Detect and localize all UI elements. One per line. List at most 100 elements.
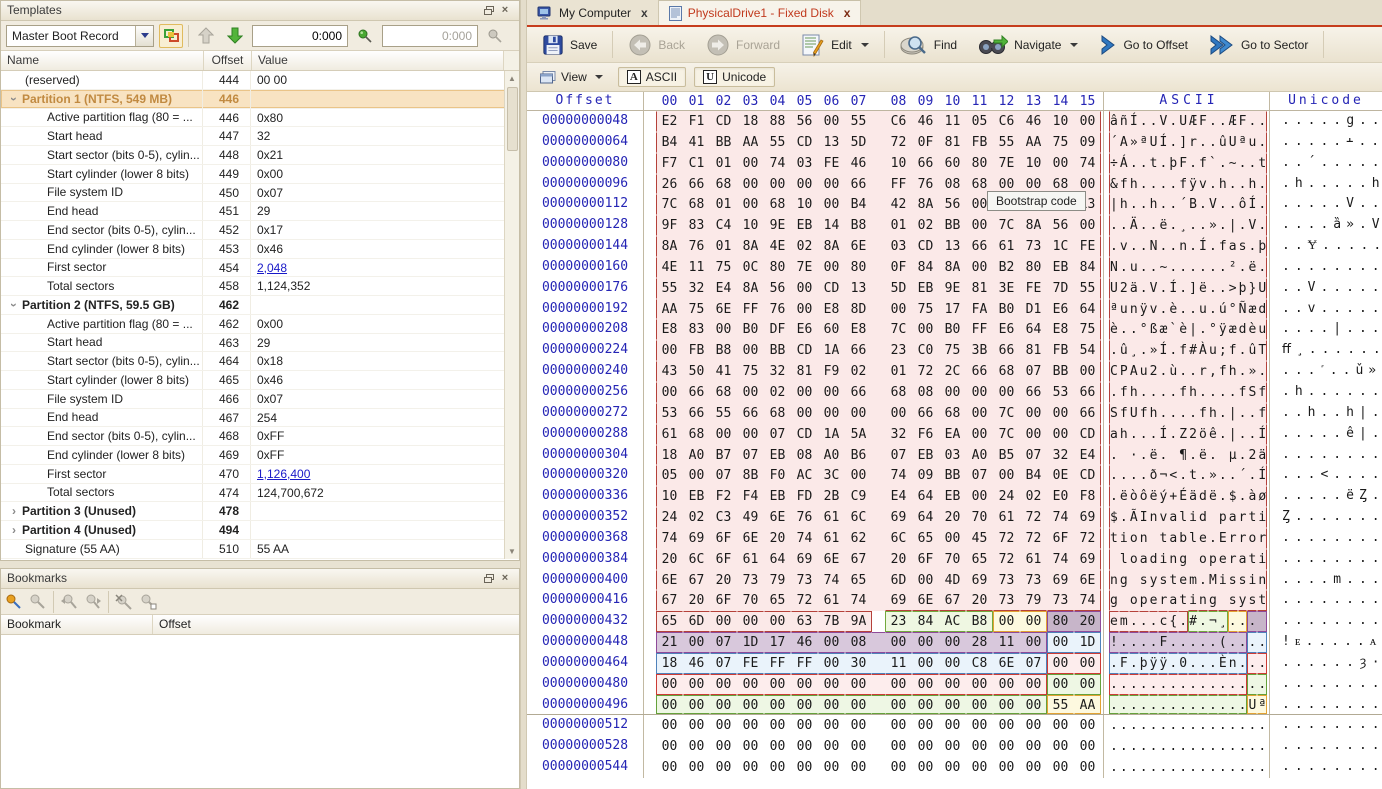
ascii-char[interactable]: þ: [1168, 153, 1178, 174]
template-scrollbar[interactable]: ▲ ▼: [504, 71, 519, 559]
ascii-char[interactable]: .: [1247, 653, 1257, 674]
ascii-char[interactable]: h: [1149, 194, 1159, 215]
hex-byte[interactable]: 00: [656, 757, 683, 778]
tab-physicaldrive1[interactable]: PhysicalDrive1 - Fixed Disk x: [659, 0, 862, 25]
hex-byte[interactable]: 83: [683, 215, 710, 236]
ascii-char[interactable]: .: [1139, 215, 1149, 236]
hex-byte[interactable]: 66: [683, 382, 710, 403]
hex-byte[interactable]: 72: [1020, 507, 1047, 528]
hex-byte[interactable]: AC: [939, 611, 966, 632]
ascii-char[interactable]: r: [1228, 549, 1238, 570]
hex-byte[interactable]: 5D: [845, 132, 872, 153]
unicode-text[interactable]: .....V..: [1270, 194, 1382, 215]
ascii-char[interactable]: [1109, 549, 1119, 570]
hex-byte[interactable]: 61: [737, 549, 764, 570]
hex-byte[interactable]: 00: [791, 174, 818, 195]
template-row[interactable]: File system ID4660x07: [1, 390, 519, 409]
ascii-char[interactable]: .: [1168, 715, 1178, 736]
ascii-char[interactable]: .: [1238, 361, 1248, 382]
ascii-char[interactable]: .: [1139, 153, 1149, 174]
hex-byte[interactable]: EB: [912, 445, 939, 466]
hex-byte[interactable]: 07: [966, 465, 993, 486]
hex-byte[interactable]: 6F: [710, 528, 737, 549]
hex-byte[interactable]: 61: [818, 590, 845, 611]
ascii-char[interactable]: .: [1168, 674, 1178, 695]
ascii-char[interactable]: A: [1129, 361, 1139, 382]
hex-byte[interactable]: 00: [1047, 632, 1074, 653]
ascii-char[interactable]: .: [1139, 674, 1149, 695]
ascii-char[interactable]: f: [1198, 153, 1208, 174]
hex-byte[interactable]: 56: [791, 111, 818, 132]
hex-byte[interactable]: 7C: [993, 424, 1020, 445]
ascii-char[interactable]: .: [1139, 632, 1149, 653]
ascii-char[interactable]: .: [1228, 194, 1238, 215]
ascii-char[interactable]: ´: [1109, 132, 1119, 153]
ascii-char[interactable]: a: [1109, 424, 1119, 445]
hex-byte[interactable]: CD: [791, 340, 818, 361]
hex-byte[interactable]: 03: [939, 445, 966, 466]
hex-byte[interactable]: 32: [764, 361, 791, 382]
hex-byte[interactable]: AA: [737, 132, 764, 153]
hex-byte[interactable]: 7E: [791, 257, 818, 278]
ascii-char[interactable]: .: [1149, 736, 1159, 757]
ascii-char[interactable]: .: [1149, 715, 1159, 736]
ascii-char[interactable]: .: [1178, 403, 1188, 424]
hex-byte[interactable]: 66: [845, 340, 872, 361]
unicode-text[interactable]: ...<....: [1270, 465, 1382, 486]
ascii-char[interactable]: f: [1119, 174, 1129, 195]
hex-byte[interactable]: EB: [764, 445, 791, 466]
ascii-char[interactable]: .: [1247, 736, 1257, 757]
ascii-char[interactable]: .: [1198, 611, 1208, 632]
hex-byte[interactable]: 07: [737, 445, 764, 466]
hex-byte[interactable]: 00: [683, 632, 710, 653]
hex-byte[interactable]: 55: [710, 403, 737, 424]
hex-byte[interactable]: 73: [1047, 590, 1074, 611]
hex-byte[interactable]: 65: [656, 611, 683, 632]
ascii-char[interactable]: .: [1247, 611, 1257, 632]
hex-byte[interactable]: FD: [791, 486, 818, 507]
ascii-char[interactable]: û: [1247, 340, 1257, 361]
hex-byte[interactable]: 10: [656, 486, 683, 507]
hex-byte[interactable]: 00: [993, 674, 1020, 695]
hex-byte[interactable]: 00: [1074, 757, 1101, 778]
unicode-text[interactable]: .....ê|.: [1270, 424, 1382, 445]
ascii-char[interactable]: ·: [1129, 445, 1139, 466]
hex-byte[interactable]: 7C: [993, 403, 1020, 424]
hex-byte[interactable]: 00: [737, 715, 764, 736]
ascii-char[interactable]: r: [1257, 528, 1267, 549]
ascii-char[interactable]: t: [1247, 507, 1257, 528]
ascii-char[interactable]: h: [1149, 403, 1159, 424]
ascii-char[interactable]: ö: [1198, 424, 1208, 445]
ascii-char[interactable]: i: [1119, 528, 1129, 549]
ascii-char[interactable]: .: [1238, 153, 1248, 174]
hex-byte[interactable]: 00: [737, 674, 764, 695]
ascii-char[interactable]: .: [1109, 757, 1119, 778]
hex-byte[interactable]: 21: [656, 632, 683, 653]
hex-byte[interactable]: 00: [791, 403, 818, 424]
unicode-text[interactable]: ....m...: [1270, 570, 1382, 591]
hex-byte[interactable]: 1A: [818, 340, 845, 361]
hex-byte[interactable]: 00: [1020, 695, 1047, 715]
hex-byte[interactable]: 76: [791, 507, 818, 528]
ascii-char[interactable]: .: [1109, 465, 1119, 486]
hex-byte[interactable]: BB: [1047, 361, 1074, 382]
ascii-char[interactable]: .: [1257, 132, 1267, 153]
ascii-char[interactable]: »: [1149, 340, 1159, 361]
hex-byte[interactable]: 7B: [818, 611, 845, 632]
expand-icon[interactable]: ›: [6, 504, 22, 518]
hex-byte[interactable]: 01: [885, 215, 912, 236]
hex-byte[interactable]: 00: [764, 736, 791, 757]
ascii-char[interactable]: n: [1109, 570, 1119, 591]
hex-byte[interactable]: 7C: [656, 194, 683, 215]
hex-byte[interactable]: B0: [737, 319, 764, 340]
ascii-char[interactable]: .: [1208, 278, 1218, 299]
column-header-name[interactable]: Name: [1, 51, 203, 70]
unicode-text[interactable]: ..v.....: [1270, 299, 1382, 320]
hex-byte[interactable]: 6F: [1047, 528, 1074, 549]
hex-byte[interactable]: 00: [939, 715, 966, 736]
ascii-char[interactable]: Á: [1119, 153, 1129, 174]
hex-byte[interactable]: 46: [683, 653, 710, 674]
ascii-char[interactable]: .: [1198, 132, 1208, 153]
hex-byte[interactable]: FA: [966, 299, 993, 320]
ascii-char[interactable]: n: [1149, 507, 1159, 528]
